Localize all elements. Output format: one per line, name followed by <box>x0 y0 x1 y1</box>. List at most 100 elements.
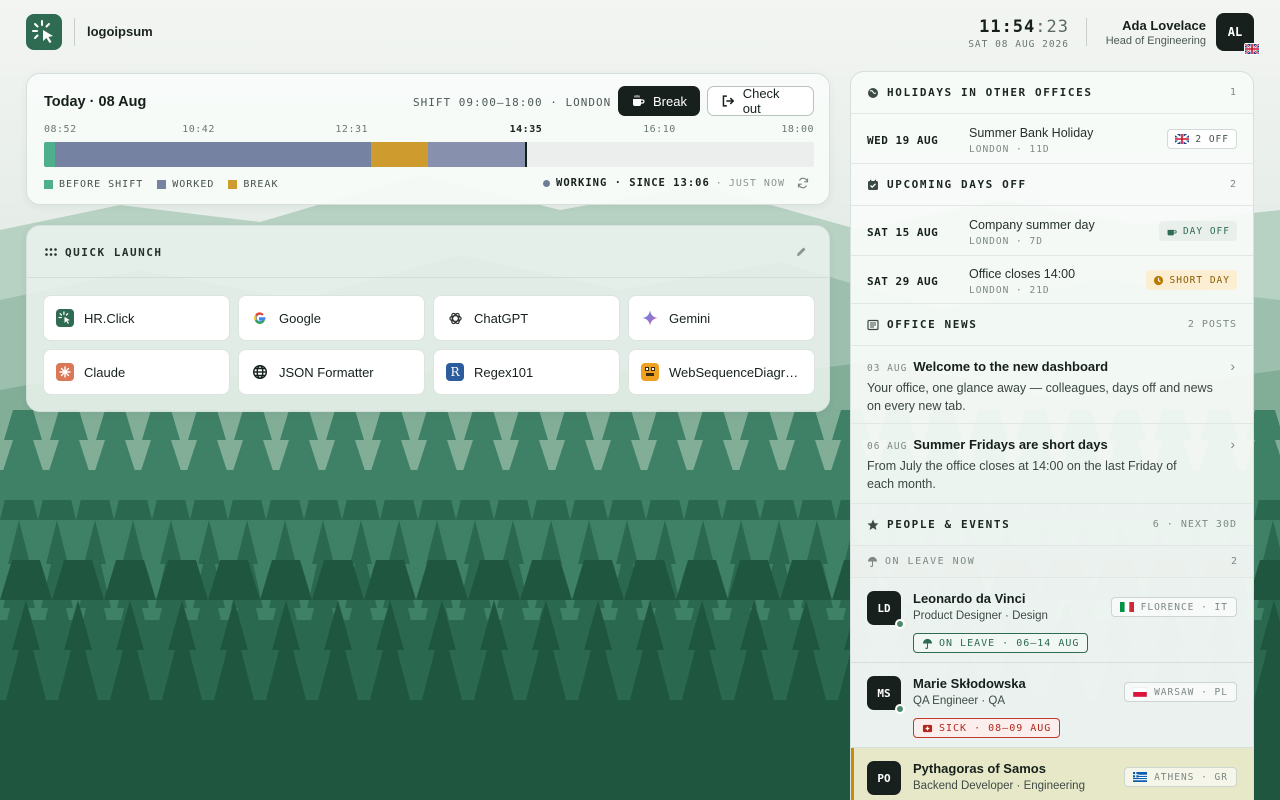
section-count: 2 <box>1229 179 1237 190</box>
logo-icon[interactable] <box>26 14 62 50</box>
refresh-icon[interactable] <box>797 177 809 189</box>
badge-label: SHORT DAY <box>1169 274 1230 286</box>
day-off-row[interactable]: SAT 29 AUG Office closes 14:00 LONDON · … <box>851 256 1253 304</box>
break-button[interactable]: Break <box>618 86 700 116</box>
location-badge: FLORENCE · IT <box>1110 597 1237 617</box>
avatar-initials: AL <box>1227 25 1243 39</box>
news-body: From July the office closes at 14:00 on … <box>867 459 1177 491</box>
greece-flag-icon <box>1133 772 1148 782</box>
edit-icon[interactable] <box>795 246 807 258</box>
uk-flag-icon <box>1175 134 1190 144</box>
status-updated: JUST NOW <box>728 177 785 189</box>
person-role: QA Engineer · QA <box>913 695 1006 707</box>
quick-launch-chatgpt[interactable]: ChatGPT <box>433 295 620 341</box>
quick-launch-label: Claude <box>84 364 126 380</box>
globe-icon <box>868 87 878 98</box>
user-role: Head of Engineering <box>1105 35 1206 47</box>
logo-text: logoipsum <box>87 24 153 39</box>
chevron-right-icon: › <box>1230 358 1235 374</box>
badge-label: DAY OFF <box>1182 225 1230 237</box>
gemini-icon <box>641 309 659 327</box>
people-header: PEOPLE & EVENTS 6 · NEXT 30D <box>851 504 1253 546</box>
legend-label: BEFORE SHIFT <box>59 179 144 190</box>
quick-launch-label: Google <box>279 310 321 326</box>
quick-launch-gemini[interactable]: Gemini <box>628 295 815 341</box>
holiday-row[interactable]: WED 19 AUG Summer Bank Holiday LONDON · … <box>851 114 1253 164</box>
badge-label: ON LEAVE · 06–14 AUG <box>939 637 1080 649</box>
section-title: UPCOMING DAYS OFF <box>887 178 1027 191</box>
news-item[interactable]: 03 AUG Welcome to the new dashboard Your… <box>851 346 1253 424</box>
badge-label: 2 OFF <box>1195 133 1229 145</box>
quick-launch-websequencediagrams[interactable]: WebSequenceDiagrams <box>628 349 815 395</box>
legend-break: BREAK <box>228 179 278 190</box>
shift-timeline[interactable] <box>44 142 814 167</box>
coffee-icon <box>1167 229 1177 235</box>
person-row[interactable]: LD Leonardo da Vinci Product Designer · … <box>851 578 1253 663</box>
clock-time: 11:54:23 <box>968 17 1069 37</box>
news-title: Summer Fridays are short days <box>913 437 1108 452</box>
section-count: 1 <box>1229 87 1237 98</box>
quick-launch-json-formatter[interactable]: JSON Formatter <box>238 349 425 395</box>
top-header: logoipsum 11:54:23 SAT 08 AUG 2026 Ada L… <box>0 0 1280 64</box>
clock-icon <box>1153 275 1163 285</box>
calendar-check-icon <box>868 179 878 190</box>
chatgpt-icon <box>446 309 464 327</box>
clock-seconds: :23 <box>1035 17 1069 37</box>
day-off-row[interactable]: SAT 15 AUG Company summer day LONDON · 7… <box>851 206 1253 256</box>
holidays-header: HOLIDAYS IN OTHER OFFICES 1 <box>851 72 1253 114</box>
status-text: WORKING · SINCE 13:06 <box>556 177 710 189</box>
section-count: 2 POSTS <box>1187 319 1237 330</box>
on-leave-subheader: ON LEAVE NOW 2 <box>851 546 1253 578</box>
row-date: SAT 15 AUG <box>867 226 939 239</box>
timeline-tick-label: 18:00 <box>781 124 814 135</box>
location-label: WARSAW · PL <box>1154 686 1228 698</box>
user-name: Ada Lovelace <box>1122 18 1206 33</box>
avatar: PO <box>867 761 901 795</box>
legend-swatch <box>44 180 53 189</box>
timeline-tick-label: 08:52 <box>44 124 77 135</box>
person-row[interactable]: PO Pythagoras of Samos Backend Developer… <box>851 748 1253 800</box>
quick-launch-hrclick[interactable]: HR.Click <box>43 295 230 341</box>
quick-launch-claude[interactable]: Claude <box>43 349 230 395</box>
checkout-button[interactable]: Check out <box>707 86 814 116</box>
online-status-dot <box>895 704 905 714</box>
legend-label: WORKED <box>172 179 215 190</box>
quick-launch-regex101[interactable]: R Regex101 <box>433 349 620 395</box>
quick-launch-label: Regex101 <box>474 364 534 380</box>
umbrella-icon <box>922 638 933 649</box>
globe-icon <box>251 363 269 381</box>
poland-flag-icon <box>1133 687 1148 697</box>
location-label: ATHENS · GR <box>1154 771 1228 783</box>
legend-worked: WORKED <box>157 179 214 190</box>
google-icon <box>251 309 269 327</box>
star-icon <box>867 519 879 530</box>
news-item[interactable]: 06 AUG Summer Fridays are short days Fro… <box>851 424 1253 504</box>
day-off-badge: DAY OFF <box>1158 221 1237 241</box>
medical-icon <box>922 724 933 732</box>
quick-launch-label: Gemini <box>669 310 711 326</box>
person-row[interactable]: MS Marie Skłodowska QA Engineer · QA WAR… <box>851 663 1253 748</box>
umbrella-icon <box>867 556 878 567</box>
news-title: Welcome to the new dashboard <box>913 359 1109 374</box>
break-label: Break <box>653 93 687 109</box>
user-avatar[interactable]: AL <box>1216 13 1260 55</box>
timeline-tick-label: 16:10 <box>643 124 676 135</box>
section-title: OFFICE NEWS <box>887 318 978 331</box>
newspaper-icon <box>867 319 879 330</box>
quick-launch-google[interactable]: Google <box>238 295 425 341</box>
clock-hours-minutes: 11:54 <box>979 17 1036 37</box>
clock-date: SAT 08 AUG 2026 <box>968 39 1069 50</box>
chevron-right-icon: › <box>1230 436 1235 452</box>
section-title: PEOPLE & EVENTS <box>887 518 1011 531</box>
row-subtitle: LONDON · 7D <box>969 236 1043 247</box>
shift-info: SHIFT 09:00–18:00 · LONDON <box>413 96 612 109</box>
location-badge: WARSAW · PL <box>1124 682 1237 702</box>
timeline-segment-before-shift <box>44 142 56 167</box>
quick-launch-header: QUICK LAUNCH <box>27 226 829 278</box>
timeline-tick-label: 12:31 <box>335 124 369 135</box>
status-separator: · <box>715 177 723 189</box>
work-status: WORKING · SINCE 13:06 · JUST NOW <box>543 177 809 189</box>
timeline-labels: 08:52 10:42 12:31 14:35 16:10 18:00 <box>44 124 814 136</box>
person-name: Leonardo da Vinci <box>913 591 1026 606</box>
row-title: Company summer day <box>969 218 1095 232</box>
